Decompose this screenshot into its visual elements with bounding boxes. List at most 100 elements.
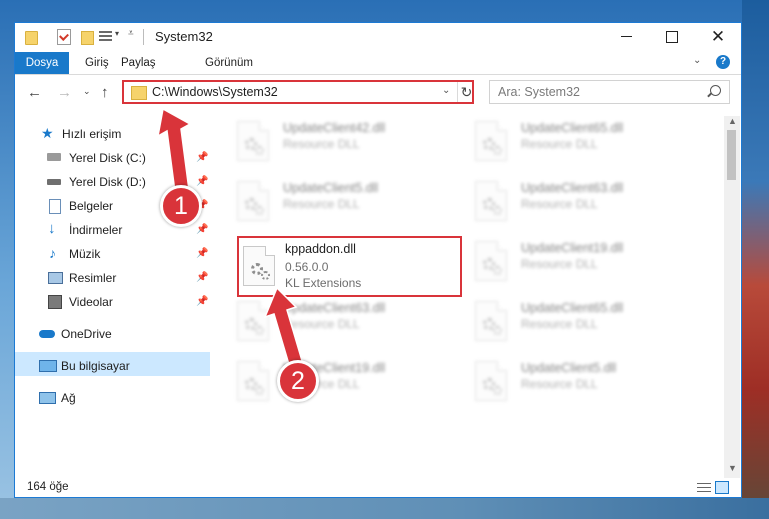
list-item[interactable]: UpdateClient65.dll Resource DLL (469, 116, 694, 166)
search-input[interactable]: Ara: System32 (489, 80, 730, 104)
pin-icon[interactable]: 📌 (196, 272, 208, 283)
file-version: 0.56.0.0 (285, 260, 329, 274)
file-name: UpdateClient5.dll (521, 361, 617, 375)
drive-icon (47, 179, 61, 185)
sidebar-item-network[interactable]: Ağ (15, 388, 210, 410)
pin-icon[interactable]: 📌 (196, 176, 208, 187)
tab-gorunum[interactable]: Görünüm (195, 52, 263, 74)
ribbon-tabs: Dosya Giriş Paylaş Görünüm ⌄ ? (15, 52, 741, 75)
file-name: kppaddon.dll (285, 242, 356, 256)
maximize-button[interactable] (649, 23, 695, 51)
cloud-icon (39, 330, 55, 338)
sidebar-item-this-pc[interactable]: Bu bilgisayar (15, 356, 210, 378)
sidebar-item-local-disk-c[interactable]: Yerel Disk (C:) 📌 (15, 148, 210, 170)
navigation-bar: ← → ⌄ ↑ C:\Windows\System32 ⌄ ↻ Ara: Sys… (15, 80, 741, 108)
pin-icon[interactable]: 📌 (196, 224, 208, 235)
minimize-icon (620, 36, 632, 38)
file-name: UpdateClient65.dll (521, 121, 624, 135)
dll-file-icon (243, 246, 275, 286)
sidebar-item-label: İndirmeler (69, 223, 123, 237)
desktop-background (742, 0, 769, 519)
step-badge-1: 1 (160, 185, 202, 227)
sidebar-item-music[interactable]: ♪ Müzik 📌 (15, 244, 210, 266)
folder-icon (131, 86, 147, 100)
file-name: UpdateClient63.dll (283, 301, 386, 315)
vertical-scrollbar[interactable]: ▲ ▼ (724, 116, 740, 478)
list-item[interactable]: UpdateClient5.dll Resource DLL (469, 356, 694, 406)
scroll-down-icon[interactable]: ▼ (728, 463, 737, 473)
file-description: Resource DLL (283, 317, 360, 331)
file-name: UpdateClient65.dll (521, 301, 624, 315)
file-name: UpdateClient63.dll (521, 181, 624, 195)
expand-ribbon-icon[interactable]: ⌄ (693, 55, 701, 66)
help-icon[interactable]: ? (716, 55, 730, 69)
file-description: Resource DLL (521, 377, 598, 391)
properties-icon[interactable] (57, 29, 71, 45)
file-name: UpdateClient5.dll (283, 181, 379, 195)
pin-icon[interactable]: 📌 (196, 296, 208, 307)
maximize-icon (666, 30, 678, 43)
music-icon: ♪ (49, 245, 56, 261)
up-arrow-icon[interactable]: ↑ (101, 84, 109, 101)
folder-icon (25, 31, 38, 45)
title-bar[interactable]: ▾ ⩡ System32 ✕ (15, 23, 741, 51)
separator (143, 29, 144, 45)
sidebar-item-label: Ağ (61, 391, 76, 405)
file-description: Resource DLL (521, 197, 598, 211)
tab-dosya[interactable]: Dosya (15, 52, 69, 74)
address-path[interactable]: C:\Windows\System32 (152, 85, 278, 99)
minimize-button[interactable] (603, 23, 649, 51)
step-badge-2: 2 (277, 360, 319, 402)
star-icon: ★ (41, 125, 54, 141)
close-button[interactable]: ✕ (695, 23, 741, 51)
dll-file-icon (237, 181, 269, 221)
list-item[interactable]: UpdateClient19.dll Resource DLL (231, 356, 456, 406)
recent-locations-chevron-icon[interactable]: ⌄ (83, 86, 91, 97)
list-item[interactable]: UpdateClient5.dll Resource DLL (231, 176, 456, 226)
details-view-icon[interactable] (697, 482, 711, 493)
forward-arrow-icon[interactable]: → (57, 84, 72, 101)
address-bar[interactable]: C:\Windows\System32 ⌄ ↻ (122, 80, 474, 104)
tab-paylas[interactable]: Paylaş (111, 52, 166, 74)
sidebar-item-label: Yerel Disk (D:) (69, 175, 146, 189)
file-description: Resource DLL (283, 197, 360, 211)
sidebar-item-videos[interactable]: Videolar 📌 (15, 292, 210, 314)
dll-file-icon (237, 361, 269, 401)
sidebar-item-quick-access[interactable]: ★ Hızlı erişim (15, 124, 210, 146)
sidebar-item-label: Bu bilgisayar (61, 359, 130, 373)
list-item[interactable]: UpdateClient65.dll Resource DLL (469, 296, 694, 346)
large-icons-view-icon[interactable] (715, 481, 729, 494)
file-list: UpdateClient42.dll Resource DLL UpdateCl… (231, 116, 721, 476)
network-icon (39, 392, 56, 404)
view-options-icon[interactable] (99, 30, 112, 42)
file-description: Resource DLL (521, 317, 598, 331)
address-history-chevron-icon[interactable]: ⌄ (442, 85, 450, 96)
search-icon[interactable] (710, 85, 721, 96)
search-placeholder: Ara: System32 (498, 85, 580, 99)
refresh-icon[interactable]: ↻ (457, 82, 475, 102)
dll-file-icon (475, 181, 507, 221)
list-item[interactable]: UpdateClient63.dll Resource DLL (469, 176, 694, 226)
computer-icon (39, 360, 57, 372)
file-description: Resource DLL (283, 137, 360, 151)
scroll-up-icon[interactable]: ▲ (728, 116, 737, 126)
list-item[interactable]: UpdateClient42.dll Resource DLL (231, 116, 456, 166)
scrollbar-thumb[interactable] (727, 130, 736, 180)
dll-file-icon (475, 301, 507, 341)
dll-file-icon (237, 121, 269, 161)
new-folder-icon[interactable] (81, 31, 94, 45)
sidebar-item-label: Resimler (69, 271, 117, 285)
back-arrow-icon[interactable]: ← (27, 84, 42, 101)
sidebar-item-pictures[interactable]: Resimler 📌 (15, 268, 210, 290)
item-count: 164 öğe (27, 481, 69, 493)
sidebar-item-onedrive[interactable]: OneDrive (15, 324, 210, 346)
customize-toolbar-icon[interactable]: ⩡ (128, 28, 134, 39)
dll-file-icon (475, 361, 507, 401)
sidebar-item-label: Müzik (69, 247, 101, 261)
list-item[interactable]: UpdateClient19.dll Resource DLL (469, 236, 694, 286)
list-item-kppaddon[interactable]: kppaddon.dll 0.56.0.0 KL Extensions (237, 236, 462, 297)
pin-icon[interactable]: 📌 (196, 152, 208, 163)
list-item[interactable]: UpdateClient63.dll Resource DLL (231, 296, 456, 346)
chevron-down-icon[interactable]: ▾ (115, 29, 119, 38)
pin-icon[interactable]: 📌 (196, 248, 208, 259)
